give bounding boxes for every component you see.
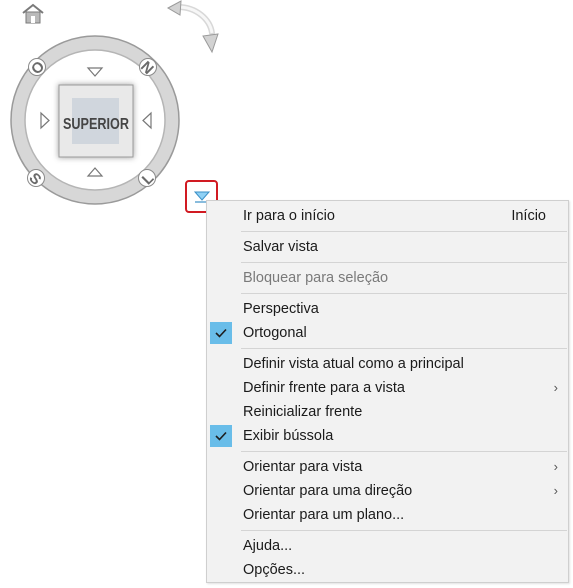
- menu-item-opcoes[interactable]: Opções...: [207, 558, 568, 582]
- menu-item-orientar-para-uma-direcao[interactable]: Orientar para uma direção ›: [207, 479, 568, 503]
- menu-item-definir-vista-atual-como-a-principal[interactable]: Definir vista atual como a principal: [207, 352, 568, 376]
- menu-item-label: Reinicializar frente: [243, 404, 363, 420]
- menu-item-orientar-para-vista[interactable]: Orientar para vista ›: [207, 455, 568, 479]
- menu-item-label: Orientar para vista: [243, 459, 363, 475]
- menu-item-label: Orientar para um plano...: [243, 507, 405, 523]
- menu-item-label: Orientar para uma direção: [243, 483, 413, 499]
- menu-item-label: Definir frente para a vista: [243, 380, 405, 396]
- menu-item-label: Salvar vista: [243, 239, 318, 255]
- menu-item-label: Ir para o início: [243, 208, 335, 224]
- chevron-right-icon: ›: [553, 380, 558, 395]
- menu-item-definir-frente-para-a-vista[interactable]: Definir frente para a vista ›: [207, 376, 568, 400]
- chevron-right-icon: ›: [553, 459, 558, 474]
- menu-item-ir-para-o-inicio[interactable]: Ir para o início Início: [207, 204, 568, 228]
- menu-item-label: Ajuda...: [243, 538, 293, 554]
- menu-item-orientar-para-um-plano[interactable]: Orientar para um plano...: [207, 503, 568, 527]
- menu-item-ajuda[interactable]: Ajuda...: [207, 534, 568, 558]
- menu-item-exibir-bussola[interactable]: Exibir bússola: [207, 424, 568, 448]
- menu-separator: [241, 262, 567, 263]
- checkmark-icon: [210, 425, 232, 447]
- menu-item-bloquear-para-selecao: Bloquear para seleção: [207, 266, 568, 290]
- menu-separator: [241, 530, 567, 531]
- cube-face-label: SUPERIOR: [63, 116, 129, 133]
- menu-item-label: Definir vista atual como a principal: [243, 356, 464, 372]
- rotate-arrow-icon[interactable]: [166, 0, 219, 54]
- menu-separator: [241, 231, 567, 232]
- menu-item-label: Bloquear para seleção: [243, 270, 389, 286]
- viewcube-context-menu: Ir para o início Início Salvar vista Bloque…: [206, 200, 569, 583]
- menu-item-perspectiva[interactable]: Perspectiva: [207, 297, 568, 321]
- menu-separator: [241, 348, 567, 349]
- menu-item-label: Exibir bússola: [243, 428, 334, 444]
- menu-item-label: Perspectiva: [243, 301, 319, 317]
- home-icon[interactable]: [22, 3, 44, 24]
- menu-separator: [241, 293, 567, 294]
- checkmark-icon: [210, 322, 232, 344]
- menu-item-salvar-vista[interactable]: Salvar vista: [207, 235, 568, 259]
- menu-item-label: Opções...: [243, 562, 306, 578]
- menu-item-ortogonal[interactable]: Ortogonal: [207, 321, 568, 345]
- menu-item-shortcut: Início: [511, 208, 546, 224]
- menu-item-reinicializar-frente[interactable]: Reinicializar frente: [207, 400, 568, 424]
- chevron-right-icon: ›: [553, 483, 558, 498]
- menu-separator: [241, 451, 567, 452]
- menu-list: Ir para o início Início Salvar vista Bloque…: [207, 204, 568, 582]
- cube-face-top[interactable]: SUPERIOR: [58, 84, 134, 158]
- menu-item-label: Ortogonal: [243, 325, 307, 341]
